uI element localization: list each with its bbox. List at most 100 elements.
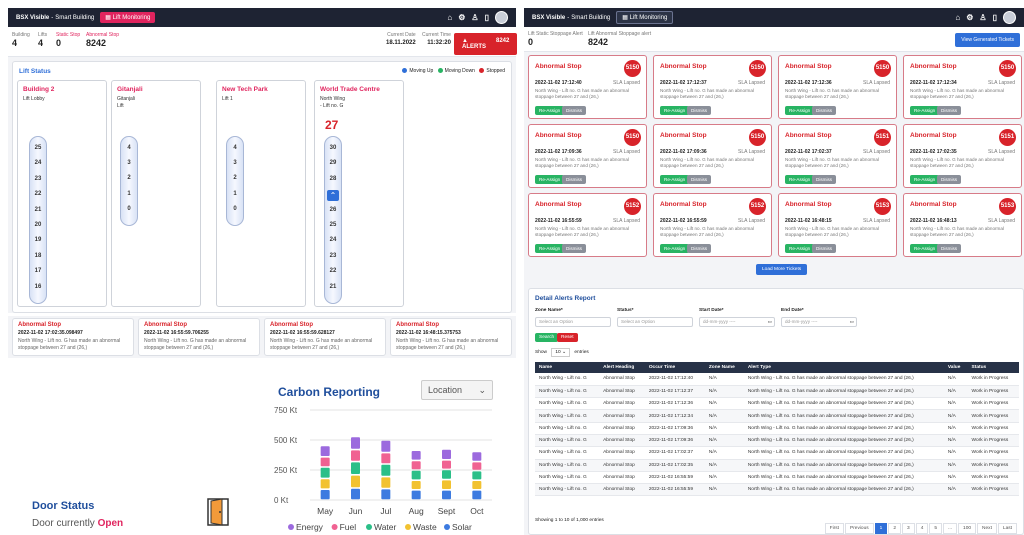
home-icon[interactable]: ⌂ [447, 13, 452, 22]
reassign-button[interactable]: Re-Assign [910, 175, 940, 184]
view-tickets-button[interactable]: View Generated Tickets [955, 33, 1020, 47]
document-icon[interactable]: ▯ [485, 13, 489, 22]
page-button[interactable]: 3 [902, 523, 915, 534]
dismiss-button[interactable]: Dismiss [687, 175, 712, 184]
ticket-card[interactable]: Abnormal Stop 5150 2022-11-02 17:09:36 SLA … [653, 124, 772, 188]
column-header[interactable]: Zone Name [704, 362, 744, 373]
dismiss-button[interactable]: Dismiss [812, 175, 837, 184]
table-row[interactable]: North Wing - Lift no. G Abnormal Stop 2022… [535, 373, 1019, 386]
column-header[interactable]: Occur Time [644, 362, 705, 373]
dismiss-button[interactable]: Dismiss [562, 106, 587, 115]
status-select[interactable]: Select an Option [617, 317, 693, 327]
column-header[interactable]: Name [535, 362, 600, 373]
alerts-button[interactable]: ▲ ALERTS 8242 [454, 33, 518, 55]
users-icon[interactable]: ♙ [979, 13, 986, 22]
dismiss-button[interactable]: Dismiss [937, 106, 962, 115]
table-row[interactable]: North Wing - Lift no. G Abnormal Stop 2022… [535, 483, 1019, 497]
page-button[interactable]: 5 [929, 523, 943, 534]
calendar-icon[interactable]: ▭ [850, 318, 854, 326]
table-row[interactable]: North Wing - Lift no. G Abnormal Stop 2022… [535, 459, 1019, 472]
module-tab[interactable]: ▦ Lift Monitoring [616, 11, 674, 24]
ticket-card[interactable]: Abnormal Stop 5150 2022-11-02 17:09:36 SLA … [528, 124, 647, 188]
avatar[interactable] [495, 11, 508, 24]
table-row[interactable]: North Wing - Lift no. G Abnormal Stop 2022… [535, 409, 1019, 423]
alert-card[interactable]: Abnormal Stop 2022-11-02 17:02:35.098497 N… [12, 318, 134, 356]
building-column[interactable]: Building 2 Lift Lobby 25 24 23 22 21 20 19 18 17… [17, 80, 107, 307]
reassign-button[interactable]: Re-Assign [785, 175, 815, 184]
table-row[interactable]: North Wing - Lift no. G Abnormal Stop 2022… [535, 385, 1019, 399]
ticket-card[interactable]: Abnormal Stop 5150 2022-11-02 17:12:40 SLA … [528, 55, 647, 119]
column-header[interactable]: Alert Heading [599, 362, 645, 373]
table-row[interactable]: North Wing - Lift no. G Abnormal Stop 2022… [535, 446, 1019, 460]
table-row[interactable]: North Wing - Lift no. G Abnormal Stop 2022… [535, 434, 1019, 448]
search-button[interactable]: Search [535, 333, 559, 342]
end-date-input[interactable]: dd-mm-yyyy ---- ▭ [781, 317, 857, 327]
reassign-button[interactable]: Re-Assign [660, 175, 690, 184]
reassign-button[interactable]: Re-Assign [910, 244, 940, 253]
dismiss-button[interactable]: Dismiss [812, 106, 837, 115]
page-button[interactable]: 1 [874, 523, 888, 534]
building-column[interactable]: Gitanjali Gitanjali Lift 4 3 2 1 0 [111, 80, 201, 307]
reassign-button[interactable]: Re-Assign [535, 175, 565, 184]
location-dropdown[interactable]: Location ⌄ [421, 380, 493, 400]
ticket-card[interactable]: Abnormal Stop 5152 2022-11-02 16:55:59 SLA … [653, 193, 772, 257]
building-column[interactable]: World Trade Centre North Wing - Lift no.… [314, 80, 404, 307]
start-date-input[interactable]: dd-mm-yyyy ---- ▭ [699, 317, 775, 327]
ticket-card[interactable]: Abnormal Stop 5150 2022-11-02 17:12:34 SLA … [903, 55, 1022, 119]
alert-card[interactable]: Abnormal Stop 2022-11-02 16:55:59.706255 N… [138, 318, 260, 356]
reassign-button[interactable]: Re-Assign [535, 106, 565, 115]
page-button[interactable]: 4 [915, 523, 929, 534]
ticket-card[interactable]: Abnormal Stop 5150 2022-11-02 17:12:36 SLA … [778, 55, 897, 119]
table-cell: N/A [943, 373, 968, 386]
page-button[interactable]: Last [997, 523, 1017, 534]
page-button[interactable]: First [824, 523, 844, 534]
ticket-card[interactable]: Abnormal Stop 5151 2022-11-02 17:02:35 SLA … [903, 124, 1022, 188]
reassign-button[interactable]: Re-Assign [785, 244, 815, 253]
load-more-button[interactable]: Load More Tickets [756, 264, 808, 275]
dismiss-button[interactable]: Dismiss [687, 244, 712, 253]
ticket-card[interactable]: Abnormal Stop 5150 2022-11-02 17:12:37 SLA … [653, 55, 772, 119]
page-button[interactable]: Previous [845, 523, 874, 534]
gear-icon[interactable]: ⚙ [458, 13, 465, 22]
document-icon[interactable]: ▯ [993, 13, 997, 22]
reset-button[interactable]: Reset [557, 333, 578, 342]
gear-icon[interactable]: ⚙ [966, 13, 973, 22]
column-header[interactable]: Value [943, 362, 968, 373]
table-row[interactable]: North Wing - Lift no. G Abnormal Stop 2022… [535, 471, 1019, 485]
reassign-button[interactable]: Re-Assign [785, 106, 815, 115]
dismiss-button[interactable]: Dismiss [812, 244, 837, 253]
dismiss-button[interactable]: Dismiss [562, 175, 587, 184]
floor-number: 0 [233, 205, 237, 212]
calendar-icon[interactable]: ▭ [768, 318, 772, 326]
home-icon[interactable]: ⌂ [955, 13, 960, 22]
dismiss-button[interactable]: Dismiss [937, 175, 962, 184]
dismiss-button[interactable]: Dismiss [937, 244, 962, 253]
ticket-message: North Wing - Lift no. G has made an abno… [910, 88, 1004, 100]
module-tab[interactable]: ▦ Lift Monitoring [100, 12, 156, 23]
alert-card[interactable]: Abnormal Stop 2022-11-02 16:48:15.375753 N… [390, 318, 512, 356]
reassign-button[interactable]: Re-Assign [660, 106, 690, 115]
table-row[interactable]: North Wing - Lift no. G Abnormal Stop 2022… [535, 397, 1019, 411]
column-header[interactable]: Status [967, 362, 1019, 373]
reassign-button[interactable]: Re-Assign [660, 244, 690, 253]
users-icon[interactable]: ♙ [471, 13, 478, 22]
reassign-button[interactable]: Re-Assign [535, 244, 565, 253]
page-button[interactable]: ... [943, 523, 958, 534]
avatar[interactable] [1003, 11, 1016, 24]
alert-card[interactable]: Abnormal Stop 2022-11-02 16:55:59.628127 N… [264, 318, 386, 356]
table-row[interactable]: North Wing - Lift no. G Abnormal Stop 2022… [535, 422, 1019, 435]
building-column[interactable]: New Tech Park Lift 1 4 3 2 1 0 [216, 80, 306, 307]
dismiss-button[interactable]: Dismiss [562, 244, 587, 253]
page-button[interactable]: 100 [958, 523, 977, 534]
page-button[interactable]: Next [977, 523, 997, 534]
page-button[interactable]: 2 [888, 523, 902, 534]
reassign-button[interactable]: Re-Assign [910, 106, 940, 115]
ticket-card[interactable]: Abnormal Stop 5153 2022-11-02 16:48:13 SLA … [903, 193, 1022, 257]
ticket-card[interactable]: Abnormal Stop 5152 2022-11-02 16:55:59 SLA … [528, 193, 647, 257]
ticket-card[interactable]: Abnormal Stop 5153 2022-11-02 16:48:15 SLA … [778, 193, 897, 257]
zone-select[interactable]: Select an Option [535, 317, 611, 327]
dismiss-button[interactable]: Dismiss [687, 106, 712, 115]
column-header[interactable]: Alert Type [743, 362, 944, 373]
entries-select[interactable]: 10 ⌄ [551, 348, 571, 357]
ticket-card[interactable]: Abnormal Stop 5151 2022-11-02 17:02:37 SLA … [778, 124, 897, 188]
